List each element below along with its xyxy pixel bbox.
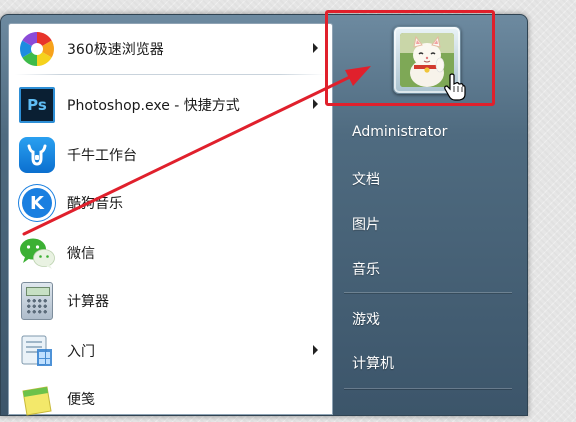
wechat-icon: [17, 233, 57, 273]
calculator-icon: [17, 281, 57, 321]
program-item-calculator[interactable]: 计算器: [9, 278, 332, 324]
program-label: 便笺: [67, 392, 95, 408]
avatar-highlight-box: [325, 10, 495, 106]
program-label: 酷狗音乐: [67, 196, 123, 212]
program-label: 微信: [67, 246, 95, 262]
right-item-games[interactable]: 游戏: [352, 309, 380, 329]
program-label: 千牛工作台: [67, 148, 137, 164]
getting-started-icon: [17, 331, 57, 371]
program-item-sticky-notes[interactable]: 便笺: [9, 376, 332, 422]
program-item-photoshop[interactable]: Ps Photoshop.exe - 快捷方式: [9, 82, 332, 128]
separator: [344, 388, 512, 389]
program-label: 360极速浏览器: [67, 42, 164, 58]
program-label: 入门: [67, 344, 95, 360]
separator: [344, 292, 512, 293]
kugou-music-icon: K: [17, 183, 57, 223]
kugou-icon-text: K: [30, 192, 44, 214]
submenu-arrow-icon: [313, 99, 318, 109]
photoshop-icon: Ps: [17, 85, 57, 125]
program-item-wechat[interactable]: 微信: [9, 230, 332, 276]
right-item-pictures[interactable]: 图片: [352, 214, 380, 234]
programs-pane: 360极速浏览器 Ps Photoshop.exe - 快捷方式 千牛工作台 K…: [8, 23, 333, 416]
program-item-getting-started[interactable]: 入门: [9, 328, 332, 374]
right-item-documents[interactable]: 文档: [352, 169, 380, 189]
sticky-notes-icon: [17, 379, 57, 419]
qianniu-icon: [17, 135, 57, 175]
program-item-360-browser[interactable]: 360极速浏览器: [9, 26, 332, 72]
photoshop-icon-text: Ps: [27, 96, 47, 114]
program-item-kugou[interactable]: K 酷狗音乐: [9, 180, 332, 226]
right-item-music[interactable]: 音乐: [352, 259, 380, 279]
program-label: Photoshop.exe - 快捷方式: [67, 98, 240, 114]
program-label: 计算器: [67, 294, 109, 310]
submenu-arrow-icon: [313, 345, 318, 355]
right-item-computer[interactable]: 计算机: [352, 353, 394, 373]
360-browser-icon: [17, 29, 57, 69]
program-item-qianniu[interactable]: 千牛工作台: [9, 132, 332, 178]
separator: [15, 74, 325, 75]
submenu-arrow-icon: [313, 43, 318, 53]
right-item-username[interactable]: Administrator: [352, 124, 447, 140]
